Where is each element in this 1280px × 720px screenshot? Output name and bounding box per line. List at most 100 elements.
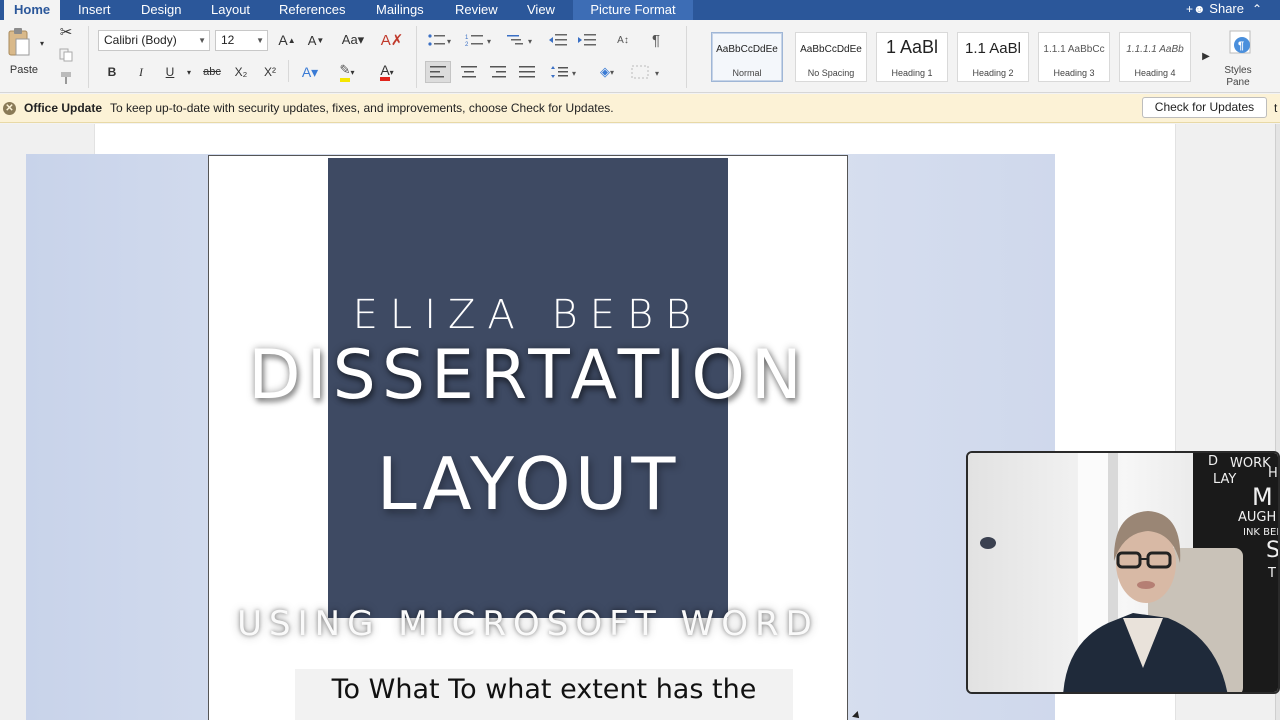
font-family-dropdown[interactable]: Calibri (Body) ▼ (98, 30, 210, 51)
update-bar-title: Office Update (24, 101, 103, 115)
cut-icon[interactable]: ✂ (58, 24, 74, 41)
superscript-button[interactable]: X² (259, 63, 281, 81)
cover-subtitle: USING MICROSOFT WORD (237, 604, 819, 644)
multilevel-list-icon[interactable]: ▾ (506, 30, 538, 50)
clear-formatting-icon[interactable]: A✗ (380, 30, 404, 50)
style-name: Heading 4 (1134, 68, 1176, 78)
line-spacing-icon[interactable]: ▾ (548, 61, 582, 83)
shading-icon[interactable]: ◈ ▾ (590, 61, 624, 83)
show-formatting-icon[interactable]: ¶ (644, 30, 668, 50)
text-effects-icon[interactable]: A▾ (295, 62, 325, 82)
align-center-icon[interactable] (456, 61, 482, 83)
svg-text:▾: ▾ (487, 37, 491, 46)
style-name: Heading 3 (1053, 68, 1095, 78)
ribbon-separator (88, 26, 89, 88)
font-size-dropdown[interactable]: 12 ▼ (215, 30, 268, 51)
svg-text:¶: ¶ (1238, 40, 1244, 52)
svg-text:M: M (1252, 483, 1273, 511)
italic-button[interactable]: I (132, 63, 150, 81)
font-size-value: 12 (221, 33, 235, 47)
bold-button[interactable]: B (103, 63, 121, 81)
ribbon: ▾ Paste ✂ Calibri (Body) ▼ 12 ▼ A ▲ A ▼ Aa… (0, 20, 1280, 93)
tab-references[interactable]: References (269, 0, 355, 20)
underline-button[interactable]: U (161, 63, 179, 81)
svg-text:LAY: LAY (1213, 472, 1236, 487)
style-preview: 1.1 AaBl (965, 40, 1021, 57)
subscript-button[interactable]: X₂ (230, 63, 252, 81)
highlight-color-icon[interactable]: ✎ ▾ (330, 62, 364, 82)
share-button[interactable]: +☻ Share (1186, 0, 1244, 20)
ribbon-separator (686, 26, 687, 88)
svg-text:2: 2 (465, 42, 469, 47)
align-right-icon[interactable] (485, 61, 511, 83)
shrink-font-icon[interactable]: A ▼ (305, 30, 327, 50)
style-heading-1[interactable]: 1 AaBl Heading 1 (876, 32, 948, 82)
bullets-icon[interactable]: ▾ (425, 30, 455, 50)
svg-text:S: S (1266, 538, 1280, 563)
style-preview: 1 AaBl (885, 37, 939, 57)
svg-text:▾: ▾ (572, 69, 576, 78)
font-family-value: Calibri (Body) (104, 33, 177, 47)
align-left-icon[interactable] (425, 61, 451, 83)
share-label: Share (1209, 1, 1244, 16)
update-bar-message: To keep up-to-date with security updates… (110, 101, 614, 115)
style-preview: AaBbCcDdEe (800, 44, 862, 55)
tab-mailings[interactable]: Mailings (366, 0, 434, 20)
chevron-down-icon: ▼ (198, 36, 206, 45)
style-heading-4[interactable]: 1.1.1.1 AaBb Heading 4 (1119, 32, 1191, 82)
strikethrough-button[interactable]: abc (199, 63, 225, 81)
grow-font-icon[interactable]: A ▲ (276, 30, 298, 50)
numbering-icon[interactable]: 1 2 ▾ (463, 30, 497, 50)
tab-view[interactable]: View (517, 0, 565, 20)
ribbon-separator (288, 60, 289, 82)
cover-title-line-1: DISSERTATION (248, 336, 808, 415)
format-painter-icon[interactable] (58, 70, 74, 86)
paste-button[interactable] (6, 26, 32, 58)
style-preview: 1.1.1.1 AaBb (1126, 44, 1184, 55)
paste-dropdown-icon[interactable]: ▾ (37, 38, 47, 48)
style-name: Heading 1 (891, 68, 933, 78)
borders-icon[interactable]: ▾ (628, 61, 666, 83)
svg-text:1: 1 (465, 35, 469, 41)
tab-home[interactable]: Home (4, 0, 61, 20)
tab-review[interactable]: Review (445, 0, 508, 20)
tab-design[interactable]: Design (131, 0, 191, 20)
check-for-updates-button[interactable]: Check for Updates (1142, 97, 1267, 118)
research-question-text: To What To what extent has the (331, 674, 757, 705)
presenter-video-image: D WORK LAY H M AUGH INK BEFOR S T (968, 453, 1280, 692)
change-case-icon[interactable]: Aa▾ (338, 30, 368, 50)
clipboard-icon (8, 28, 30, 56)
style-heading-3[interactable]: 1.1.1 AaBbCc Heading 3 (1038, 32, 1110, 82)
tab-picture-format[interactable]: Picture Format (573, 0, 693, 20)
sort-icon[interactable]: A↕ (611, 30, 635, 50)
underline-dropdown-icon[interactable]: ▾ (184, 67, 194, 77)
cover-author: ELIZA BEBB (352, 292, 704, 338)
svg-text:▾: ▾ (655, 69, 659, 78)
style-name: No Spacing (807, 68, 855, 78)
svg-text:▾: ▾ (528, 37, 532, 46)
close-icon[interactable]: ✕ (3, 102, 16, 115)
font-color-icon[interactable]: A ▾ (370, 62, 404, 82)
paste-label: Paste (9, 64, 39, 76)
copy-icon[interactable] (58, 47, 74, 63)
style-name: Normal (732, 68, 762, 78)
add-person-icon: +☻ (1186, 2, 1206, 16)
svg-text:AUGH: AUGH (1238, 510, 1276, 525)
style-no-spacing[interactable]: AaBbCcDdEe No Spacing (795, 32, 867, 82)
tab-layout[interactable]: Layout (201, 0, 260, 20)
decrease-indent-icon[interactable] (547, 30, 569, 50)
office-update-bar: ✕ Office Update To keep up-to-date with … (0, 94, 1280, 123)
tab-insert[interactable]: Insert (68, 0, 121, 20)
style-normal[interactable]: AaBbCcDdEe Normal (711, 32, 783, 82)
update-bar-overflow-text: t (1274, 101, 1278, 115)
svg-text:H: H (1268, 466, 1278, 481)
styles-gallery-next-icon[interactable]: ▶ (1199, 48, 1213, 64)
increase-indent-icon[interactable] (576, 30, 598, 50)
styles-pane-label-1: Styles (1224, 64, 1252, 76)
presenter-webcam-overlay: D WORK LAY H M AUGH INK BEFOR S T (966, 451, 1280, 694)
cover-title-line-2: LAYOUT (376, 442, 680, 526)
collapse-ribbon-icon[interactable]: ⌃ (1252, 0, 1262, 20)
styles-pane-button[interactable]: ¶ (1222, 28, 1256, 58)
justify-icon[interactable] (514, 61, 540, 83)
style-heading-2[interactable]: 1.1 AaBl Heading 2 (957, 32, 1029, 82)
